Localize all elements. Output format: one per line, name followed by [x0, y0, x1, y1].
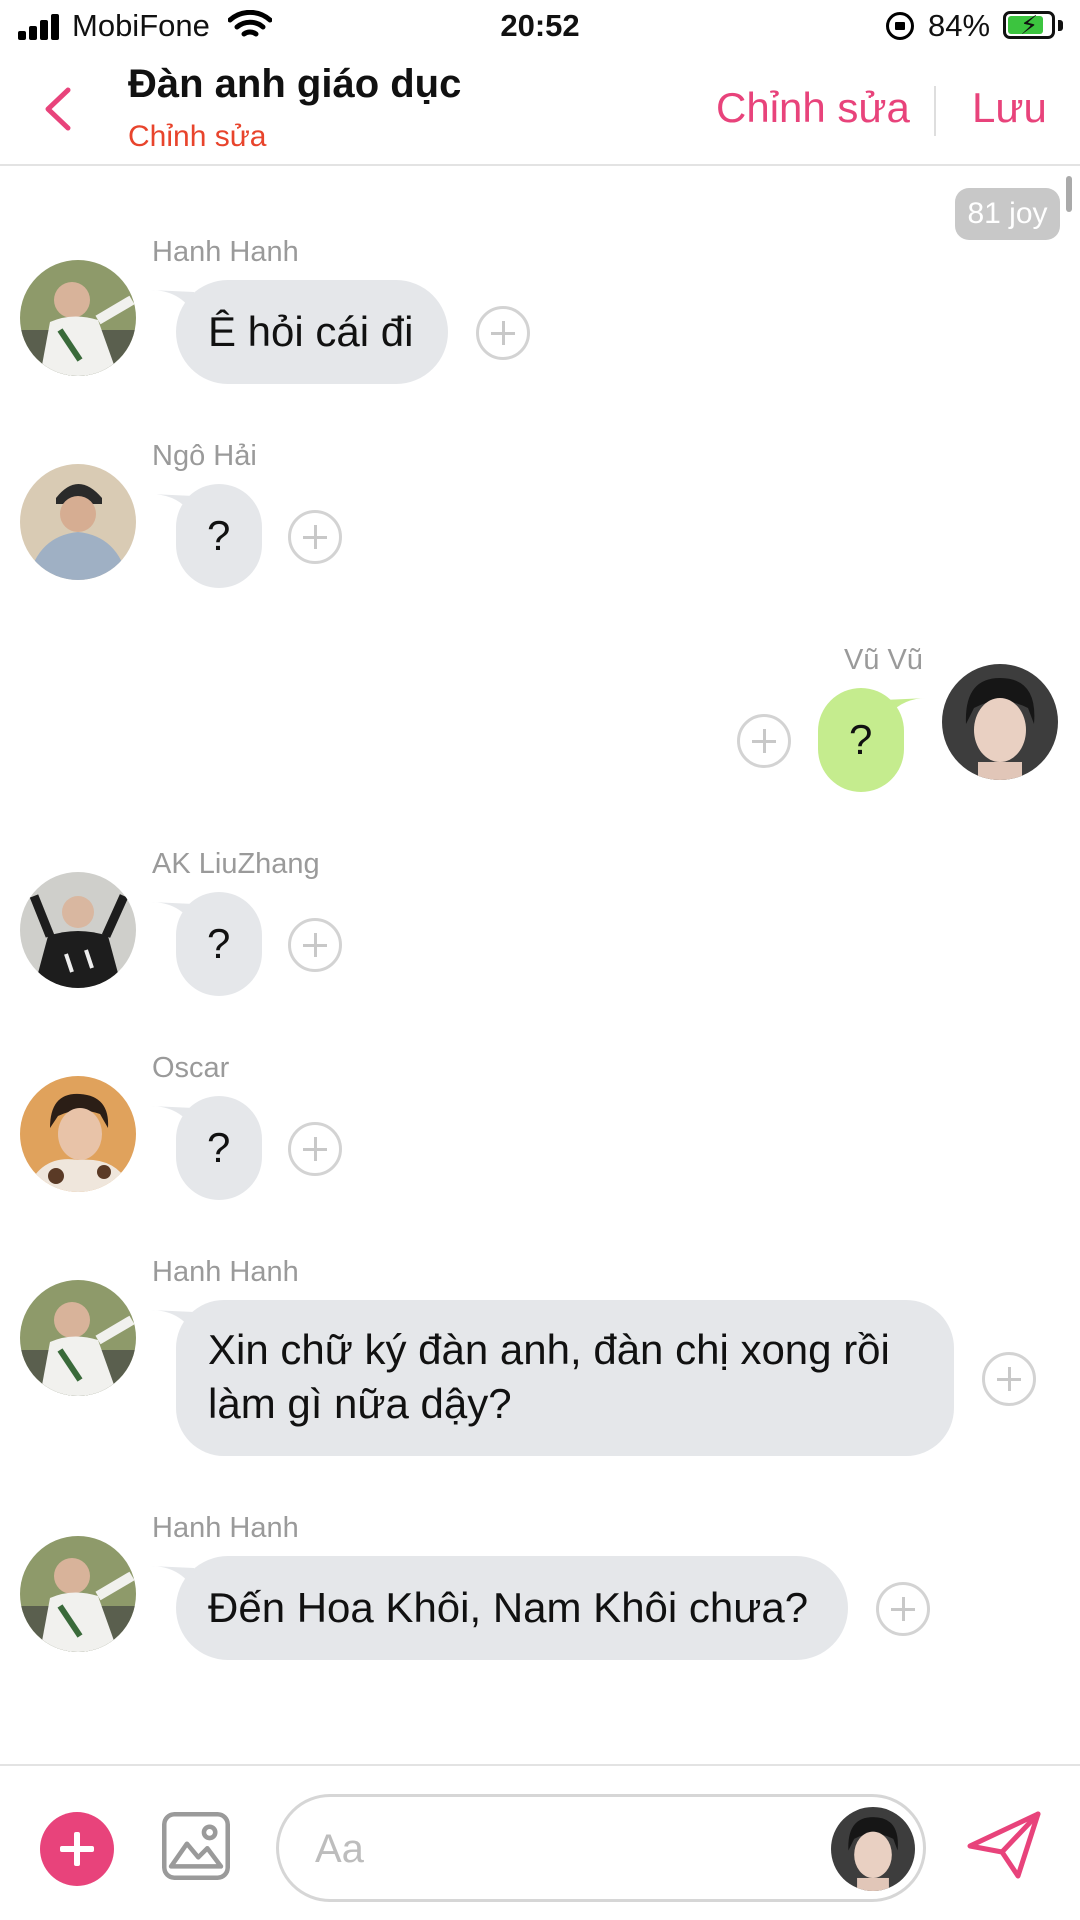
rotation-lock-icon — [886, 12, 914, 40]
react-plus-icon[interactable] — [476, 306, 530, 360]
page-title: Đàn anh giáo dục — [128, 62, 462, 106]
message-bubble[interactable]: ? — [818, 688, 928, 792]
message-text: ? — [207, 920, 231, 967]
message-item: Hanh Hanh Đến Hoa Khôi, Nam Khôi chưa? — [0, 1512, 1080, 1672]
message-text-line: làm gì nữa dậy? — [208, 1380, 512, 1427]
message-item: AK LiuZhang ? — [0, 848, 1080, 1008]
battery-charging-icon: ⚡ — [1003, 10, 1055, 40]
save-button[interactable]: Lưu — [972, 84, 1047, 132]
avatar[interactable] — [831, 1807, 915, 1891]
sender-name: Vũ Vũ — [844, 644, 923, 676]
react-plus-icon[interactable] — [737, 714, 791, 768]
react-plus-icon[interactable] — [876, 1582, 930, 1636]
message-bubble[interactable]: ? — [150, 1096, 262, 1200]
clock: 20:52 — [500, 8, 580, 43]
avatar[interactable] — [20, 1280, 136, 1396]
message-item: Ngô Hải ? — [0, 440, 1080, 600]
message-bubble[interactable]: Xin chữ ký đàn anh, đàn chị xong rồi làm… — [150, 1300, 954, 1456]
sender-name: Ngô Hải — [152, 440, 257, 472]
chat-messages[interactable]: 81 joy Hanh Hanh Ê hỏi cái đi Ngô Hải ? … — [0, 168, 1080, 1764]
message-text: ? — [849, 716, 873, 763]
status-bar: MobiFone 20:52 84% ⚡ — [0, 0, 1080, 56]
message-bubble[interactable]: ? — [150, 892, 262, 996]
react-plus-icon[interactable] — [288, 918, 342, 972]
sender-name: Hanh Hanh — [152, 236, 299, 268]
message-bubble[interactable]: Ê hỏi cái đi — [150, 280, 448, 384]
image-icon[interactable] — [162, 1812, 230, 1880]
message-composer — [0, 1764, 1080, 1920]
back-chevron-icon[interactable] — [36, 82, 80, 136]
avatar[interactable] — [20, 1536, 136, 1652]
edit-button[interactable]: Chỉnh sửa — [716, 84, 910, 132]
add-icon[interactable] — [40, 1812, 114, 1886]
react-plus-icon[interactable] — [982, 1352, 1036, 1406]
avatar[interactable] — [20, 872, 136, 988]
avatar[interactable] — [20, 464, 136, 580]
message-text: Ê hỏi cái đi — [208, 308, 414, 355]
avatar[interactable] — [20, 260, 136, 376]
message-bubble[interactable]: Đến Hoa Khôi, Nam Khôi chưa? — [150, 1556, 848, 1660]
edit-link[interactable]: Chỉnh sửa — [128, 120, 267, 154]
message-text-line: Xin chữ ký đàn anh, đàn chị xong rồi — [208, 1326, 890, 1373]
send-icon[interactable] — [966, 1810, 1042, 1880]
message-text: ? — [207, 1124, 231, 1171]
react-plus-icon[interactable] — [288, 1122, 342, 1176]
message-item: Hanh Hanh Xin chữ ký đàn anh, đàn chị xo… — [0, 1256, 1080, 1456]
avatar[interactable] — [942, 664, 1058, 780]
avatar[interactable] — [20, 1076, 136, 1192]
chat-header: Đàn anh giáo dục Chỉnh sửa Chỉnh sửa Lưu — [0, 56, 1080, 166]
header-divider — [934, 86, 936, 136]
joy-badge: 81 joy — [955, 188, 1060, 240]
message-input[interactable] — [315, 1821, 775, 1877]
sender-name: Hanh Hanh — [152, 1512, 299, 1544]
message-text: ? — [207, 512, 231, 559]
message-input-box[interactable] — [276, 1794, 926, 1902]
scrollbar[interactable] — [1066, 176, 1072, 212]
message-item: Vũ Vũ ? — [0, 644, 1080, 804]
message-item: Hanh Hanh Ê hỏi cái đi — [0, 236, 1080, 396]
sender-name: Hanh Hanh — [152, 1256, 299, 1288]
message-bubble[interactable]: ? — [150, 484, 262, 588]
battery-percent: 84% — [928, 8, 991, 43]
react-plus-icon[interactable] — [288, 510, 342, 564]
message-item: Oscar ? — [0, 1052, 1080, 1212]
sender-name: Oscar — [152, 1052, 230, 1084]
sender-name: AK LiuZhang — [152, 848, 320, 880]
message-text: Đến Hoa Khôi, Nam Khôi chưa? — [208, 1584, 809, 1631]
